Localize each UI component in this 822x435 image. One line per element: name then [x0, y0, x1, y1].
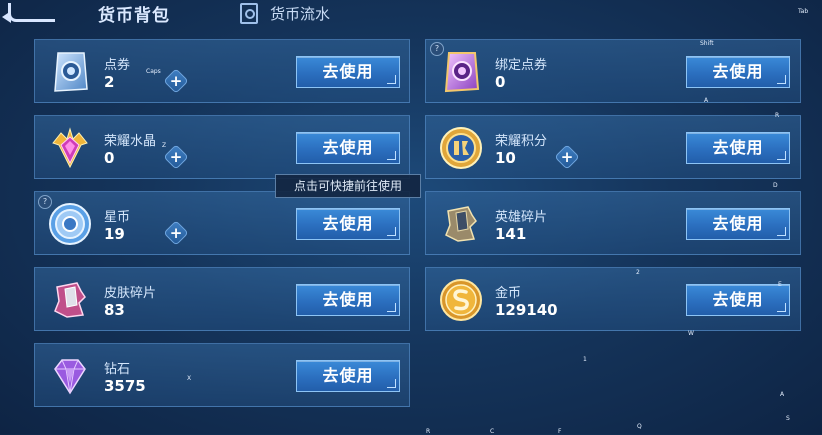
- use-star-coin-button[interactable]: 去使用: [296, 208, 400, 240]
- key-hint: Caps: [146, 68, 161, 75]
- key-hint: 1: [583, 356, 587, 363]
- use-ticket-button[interactable]: 去使用: [296, 56, 400, 88]
- star-coin-icon: [49, 203, 91, 245]
- currency-name: 星币: [104, 210, 131, 225]
- bound-ticket-icon: [444, 52, 480, 93]
- currency-count: 10: [495, 149, 516, 167]
- help-icon[interactable]: ?: [430, 42, 444, 56]
- currency-card-honor-points: 荣耀积分 10 + 去使用: [425, 115, 801, 179]
- currency-count: 2: [104, 73, 115, 91]
- quick-use-tooltip: 点击可快捷前往使用: [275, 174, 421, 198]
- currency-card-diamond: 钻石 3575 去使用: [34, 343, 410, 407]
- ledger-icon: [240, 3, 258, 24]
- diamond-icon: [54, 359, 86, 395]
- honor-points-icon: [440, 127, 482, 169]
- currency-name: 绑定点券: [495, 58, 548, 73]
- plus-icon: +: [169, 72, 183, 90]
- skin-fragment-icon: [54, 282, 86, 318]
- back-arrow-icon[interactable]: [2, 3, 55, 23]
- plus-icon: +: [169, 148, 183, 166]
- currency-count: 141: [495, 225, 527, 243]
- key-hint: R: [775, 112, 780, 119]
- add-honor-points-button[interactable]: +: [554, 144, 580, 170]
- key-hint: W: [688, 330, 694, 337]
- currency-count: 129140: [495, 301, 558, 319]
- currency-count: 19: [104, 225, 125, 243]
- currency-card-gold-coin: 金币 129140 去使用: [425, 267, 801, 331]
- use-gold-coin-button[interactable]: 去使用: [686, 284, 790, 316]
- key-hint: Q: [637, 423, 642, 430]
- currency-name: 点券: [104, 58, 131, 73]
- use-diamond-button[interactable]: 去使用: [296, 360, 400, 392]
- key-hint: 2: [636, 269, 640, 276]
- plus-icon: +: [169, 224, 183, 242]
- key-hint: X: [187, 375, 192, 382]
- key-hint: Shift: [700, 40, 714, 47]
- tab-key-hint: Tab: [798, 8, 809, 15]
- currency-name: 荣耀水晶: [104, 134, 157, 149]
- currency-name: 荣耀积分: [495, 134, 548, 149]
- key-hint: Z: [162, 142, 167, 149]
- currency-count: 0: [104, 149, 115, 167]
- crystal-icon: [52, 127, 88, 169]
- top-bar: 货币背包 货币流水 Tab: [0, 0, 822, 28]
- plus-icon: +: [560, 148, 574, 166]
- add-ticket-button[interactable]: +: [163, 68, 189, 94]
- ticket-icon: [54, 52, 88, 92]
- hero-fragment-icon: [445, 206, 477, 242]
- key-hint: A: [704, 97, 709, 104]
- add-crystal-button[interactable]: +: [163, 144, 189, 170]
- currency-card-ticket: 点券 2 + 去使用: [34, 39, 410, 103]
- use-bound-ticket-button[interactable]: 去使用: [686, 56, 790, 88]
- tab-currency-flow[interactable]: 货币流水: [240, 3, 330, 24]
- key-hint: D: [773, 182, 778, 189]
- key-hint: A: [780, 391, 785, 398]
- currency-card-crystal: 荣耀水晶 0 + 去使用: [34, 115, 410, 179]
- add-star-coin-button[interactable]: +: [163, 220, 189, 246]
- currency-count: 83: [104, 301, 125, 319]
- use-crystal-button[interactable]: 去使用: [296, 132, 400, 164]
- key-hint: E: [778, 281, 782, 288]
- tab-currency-flow-label: 货币流水: [270, 5, 331, 23]
- use-honor-points-button[interactable]: 去使用: [686, 132, 790, 164]
- currency-name: 钻石: [104, 362, 131, 377]
- use-skin-fragment-button[interactable]: 去使用: [296, 284, 400, 316]
- currency-name: 金币: [495, 286, 522, 301]
- key-hint: S: [786, 415, 790, 422]
- currency-card-bound-ticket: 绑定点券 0 去使用: [425, 39, 801, 103]
- currency-name: 英雄碎片: [495, 210, 548, 225]
- currency-name: 皮肤碎片: [104, 286, 157, 301]
- currency-card-star-coin: 星币 19 + 去使用: [34, 191, 410, 255]
- use-hero-fragment-button[interactable]: 去使用: [686, 208, 790, 240]
- currency-card-skin-fragment: 皮肤碎片 83 去使用: [34, 267, 410, 331]
- help-icon[interactable]: ?: [38, 195, 52, 209]
- tab-currency-bag[interactable]: 货币背包: [98, 1, 170, 26]
- gold-coin-icon: [440, 279, 482, 321]
- currency-card-hero-fragment: 英雄碎片 141 去使用: [425, 191, 801, 255]
- currency-count: 3575: [104, 377, 146, 395]
- currency-count: 0: [495, 73, 506, 91]
